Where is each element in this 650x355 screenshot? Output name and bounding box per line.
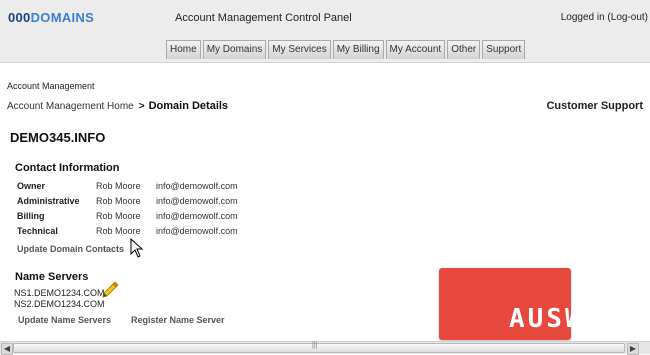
tab-my-domains[interactable]: My Domains [202,40,267,59]
logo-part-numeric: 000 [8,10,31,25]
update-name-servers-link[interactable]: Update Name Servers [18,315,111,325]
contact-role: Administrative [17,196,80,206]
logged-in-label: Logged in [560,12,605,23]
login-status: Logged in (Log-out) [561,12,648,23]
site-logo[interactable]: 000DOMAINS [8,10,94,25]
contact-name: Rob Moore [96,181,141,191]
contact-email: info@demowolf.com [156,211,238,221]
contact-email: info@demowolf.com [156,226,238,236]
scrollbar-grip-icon: ||| [312,342,318,349]
watermark-text: AUSWEB [509,304,621,334]
header-bar: 000DOMAINS Account Management Control Pa… [0,0,650,63]
register-name-server-link[interactable]: Register Name Server [131,315,225,325]
contact-role: Owner [17,181,46,191]
section-label: Account Management [7,81,95,91]
breadcrumb-separator: > [138,101,145,112]
logo-part-word: DOMAINS [30,10,95,25]
horizontal-scrollbar[interactable]: ◀ ||| ▶ [0,341,650,355]
tab-my-account[interactable]: My Account [385,40,446,59]
breadcrumb-home-link[interactable]: Account Management Home [7,101,134,112]
tab-my-billing[interactable]: My Billing [332,40,384,59]
contact-email: info@demowolf.com [156,196,238,206]
scroll-left-arrow-icon[interactable]: ◀ [1,343,13,355]
contact-name: Rob Moore [96,226,141,236]
tab-home[interactable]: Home [166,40,201,59]
scrollbar-thumb[interactable] [13,343,625,353]
contact-email: info@demowolf.com [156,181,238,191]
contact-role: Technical [17,226,58,236]
name-servers-heading: Name Servers [15,271,89,283]
tab-other[interactable]: Other [447,40,481,59]
name-server-2: NS2.DEMO1234.COM [14,299,105,309]
contact-name: Rob Moore [96,211,141,221]
contact-info-heading: Contact Information [15,162,120,174]
contact-role: Billing [17,211,45,221]
tab-support[interactable]: Support [482,40,526,59]
customer-support-link[interactable]: Customer Support [546,100,643,112]
main-nav: Home My Domains My Services My Billing M… [166,40,526,59]
breadcrumb: Account Management Home > Domain Details [7,100,228,112]
panel-title: Account Management Control Panel [175,12,352,24]
edit-pencil-icon[interactable] [101,280,119,298]
contact-name: Rob Moore [96,196,141,206]
scroll-right-arrow-icon[interactable]: ▶ [627,343,639,355]
name-server-1: NS1.DEMO1234.COM [14,288,105,298]
mouse-cursor-icon [130,238,144,258]
logout-link[interactable]: (Log-out) [607,12,648,23]
tab-my-services[interactable]: My Services [268,40,331,59]
update-domain-contacts-link[interactable]: Update Domain Contacts [17,244,124,254]
domain-title: DEMO345.INFO [10,130,106,145]
breadcrumb-current: Domain Details [148,100,229,112]
